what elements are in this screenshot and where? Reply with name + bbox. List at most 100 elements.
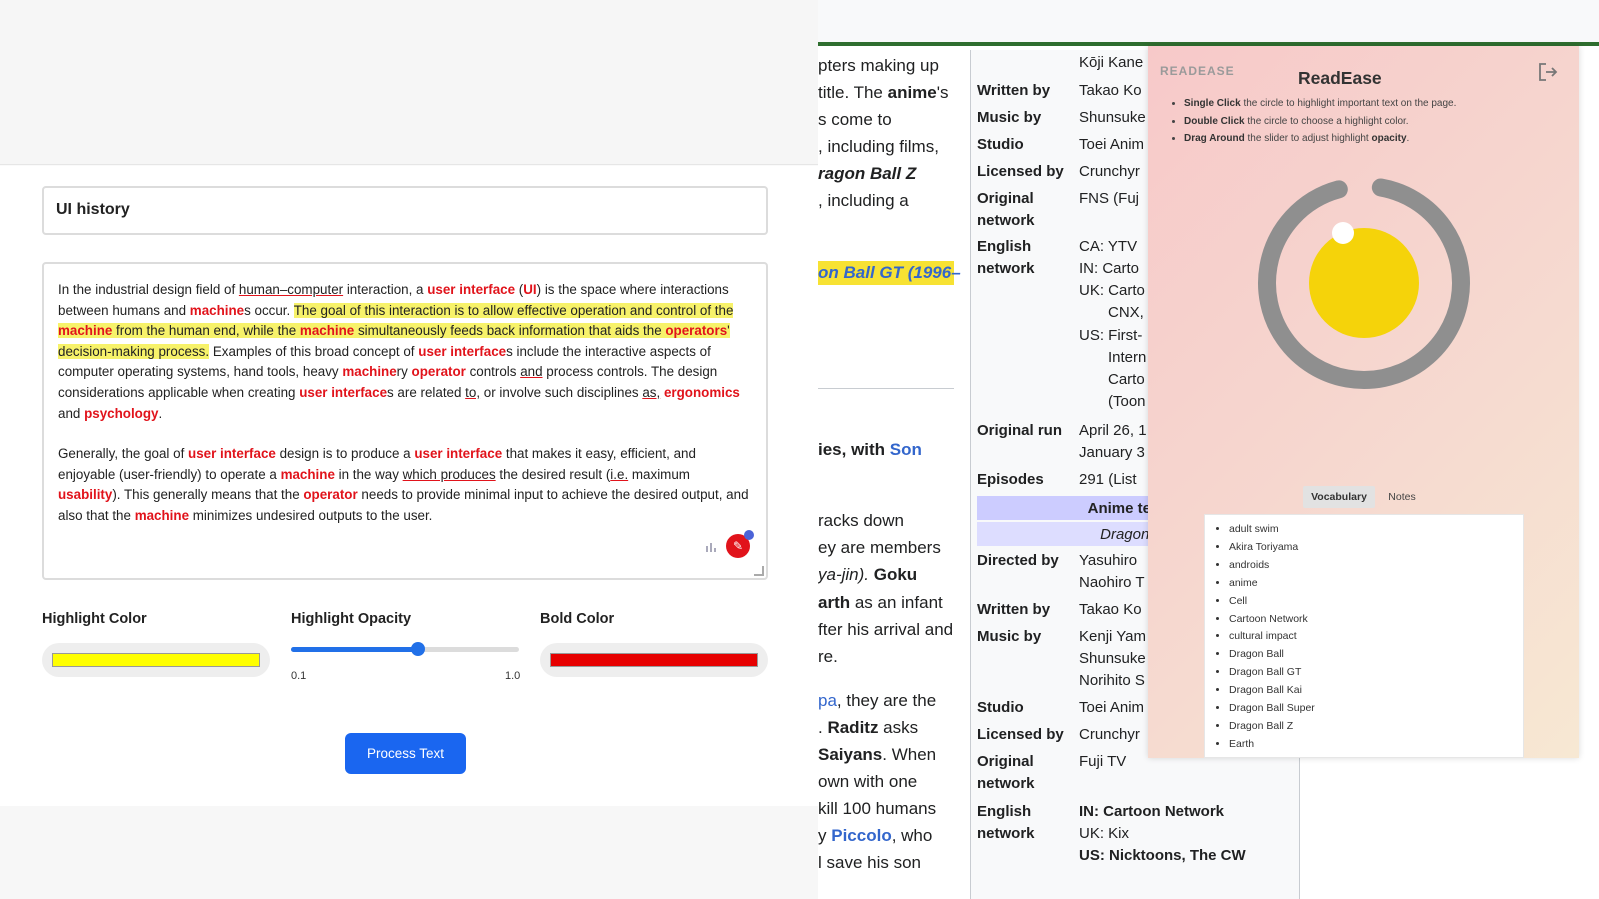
infobox-link[interactable]: UK: Carto — [1079, 282, 1145, 299]
infobox-link[interactable]: (Toon — [1108, 393, 1146, 410]
vocabulary-item[interactable]: Dragon Ball GT — [1229, 664, 1523, 682]
highlight-opacity-slider[interactable] — [291, 642, 519, 656]
text-segment: the desired result ( — [495, 466, 611, 482]
text-segment: from the human end, while the — [112, 323, 300, 339]
highlight-color-picker[interactable] — [42, 643, 270, 677]
wiki-text-line: , including a — [818, 191, 909, 210]
vocabulary-item[interactable]: Dragon Ball Kai — [1229, 682, 1523, 700]
title-input[interactable]: UI history — [42, 186, 768, 235]
wiki-text-line: racks down — [818, 511, 904, 530]
infobox-link[interactable]: US: Nicktoons, The CW — [1079, 847, 1246, 864]
text-segment: machine — [299, 323, 355, 339]
vocabulary-item[interactable]: Dragon Ball Super — [1229, 700, 1523, 718]
infobox-link[interactable]: IN: Cartoon Network — [1079, 803, 1224, 820]
wiki-text-line: ya-jin). Goku — [818, 565, 918, 584]
wiki-text-line: own with one — [818, 772, 918, 791]
infobox-value: Toei Anim — [1079, 699, 1145, 716]
popup-title: ReadEase — [1298, 68, 1382, 88]
highlight-color-swatch — [52, 653, 260, 667]
wiki-text-line: arth as an infant — [818, 593, 943, 612]
logout-icon[interactable] — [1536, 60, 1560, 84]
vocabulary-item[interactable]: Dragon Ball — [1229, 646, 1523, 664]
wiki-text-line: ragon Ball Z — [818, 164, 917, 183]
infobox-value: Fuji TV — [1079, 753, 1127, 770]
slider-max-label: 1.0 — [505, 670, 521, 682]
infobox-key: Music by — [977, 628, 1042, 645]
text-segment: user interface — [188, 446, 276, 462]
resize-handle[interactable] — [754, 566, 764, 576]
readease-popup: READEASE ReadEase Single Click the circl… — [1148, 46, 1579, 758]
vocabulary-item[interactable]: Earth — [1229, 736, 1523, 754]
text-paragraph: In the industrial design field of human–… — [58, 280, 752, 424]
infobox-key: Music by — [977, 109, 1042, 126]
infobox-link[interactable]: Carto — [1108, 371, 1145, 388]
text-segment: and — [58, 405, 85, 421]
infobox-link[interactable]: CNX, — [1108, 304, 1144, 321]
vocabulary-item[interactable]: adult swim — [1229, 521, 1523, 539]
text-segment: user interface — [427, 282, 516, 297]
notification-badge — [744, 530, 754, 540]
text-segment: which produces — [402, 466, 496, 482]
infobox-link[interactable]: Crunchyr — [1079, 163, 1140, 180]
vocabulary-item[interactable]: androids — [1229, 557, 1523, 575]
infobox-key: network — [977, 212, 1035, 229]
infobox-link[interactable]: Takao Ko — [1079, 82, 1142, 99]
infobox-link[interactable]: Intern — [1108, 349, 1146, 366]
infobox-value: Naohiro T — [1079, 574, 1145, 591]
wiki-text-line: pa, they are the — [818, 691, 937, 710]
vocabulary-list: adult swimAkira ToriyamaandroidsanimeCel… — [1204, 514, 1524, 758]
text-segment: controls — [465, 364, 521, 380]
text-segment: ergonomics — [663, 384, 740, 400]
vocabulary-item[interactable]: anime — [1229, 575, 1523, 593]
instruction-item: Double Click the circle to choose a high… — [1184, 114, 1554, 130]
infobox-link[interactable]: Kenji Yam — [1079, 628, 1146, 645]
infobox-value: Norihito S — [1079, 672, 1145, 689]
text-segment: operators — [665, 323, 728, 339]
tab-vocabulary[interactable]: Vocabulary — [1303, 486, 1375, 508]
infobox-link[interactable]: UK: Kix — [1079, 825, 1129, 842]
infobox-link[interactable]: Toei Anim — [1079, 136, 1144, 153]
wiki-link[interactable]: Piccolo — [831, 826, 891, 845]
infobox-key: network — [977, 260, 1035, 277]
wiki-text-line: Saiyans. When — [818, 745, 937, 764]
tab-notes[interactable]: Notes — [1381, 486, 1423, 508]
vocabulary-item[interactable]: Akira Toriyama — [1229, 539, 1523, 557]
vocabulary-item[interactable]: Cartoon Network — [1229, 611, 1523, 629]
text-segment: UI — [523, 282, 537, 297]
text-editor[interactable]: In the industrial design field of human–… — [42, 262, 768, 580]
vocabulary-item[interactable]: cultural impact — [1229, 628, 1523, 646]
wiki-link[interactable]: Son — [890, 440, 922, 459]
bold-color-picker[interactable] — [540, 643, 768, 677]
vocabulary-item[interactable]: Cell — [1229, 593, 1523, 611]
process-text-button[interactable]: Process Text — [345, 733, 466, 774]
slider-thumb[interactable] — [410, 642, 425, 656]
ring-slider-thumb[interactable] — [1332, 222, 1354, 244]
text-segment: in the way — [334, 466, 403, 482]
wiki-text-line: re. — [818, 647, 838, 666]
infobox-value: 291 (List — [1079, 471, 1137, 488]
infobox-link[interactable]: US: First- — [1079, 327, 1142, 344]
text-segment: as, — [642, 384, 661, 400]
infobox-link[interactable]: Shunsuke — [1079, 109, 1146, 126]
tab-bar: Vocabulary Notes — [1303, 486, 1423, 508]
text-segment: s occur. — [244, 302, 294, 318]
text-segment: user interface — [299, 384, 388, 400]
slider-min-label: 0.1 — [291, 670, 307, 682]
text-segment: psychology — [84, 405, 159, 421]
text-segment: Examples of this broad concept of — [209, 343, 419, 359]
vocabulary-item[interactable]: Dragon Ball Z — [1229, 718, 1523, 736]
infobox-key: English — [977, 238, 1032, 255]
infobox-link[interactable]: CA: YTV — [1079, 238, 1137, 255]
vocabulary-item[interactable]: episodes — [1229, 754, 1523, 757]
opacity-ring-slider[interactable] — [1255, 174, 1473, 392]
wiki-highlighted-link[interactable]: on Ball GT (1996– — [818, 261, 961, 285]
stats-icon[interactable] — [706, 542, 716, 552]
infobox-link[interactable]: FNS (Fuj — [1079, 190, 1139, 207]
infobox-key: network — [977, 825, 1035, 842]
wiki-link[interactable]: pa — [818, 691, 837, 710]
text-segment: simultaneously feeds back information th… — [354, 323, 666, 339]
infobox-value: Takao Ko — [1079, 601, 1142, 618]
infobox-link[interactable]: IN: Carto — [1079, 260, 1139, 277]
infobox-key: Directed by — [977, 552, 1059, 569]
text-segment: operator — [303, 487, 358, 503]
